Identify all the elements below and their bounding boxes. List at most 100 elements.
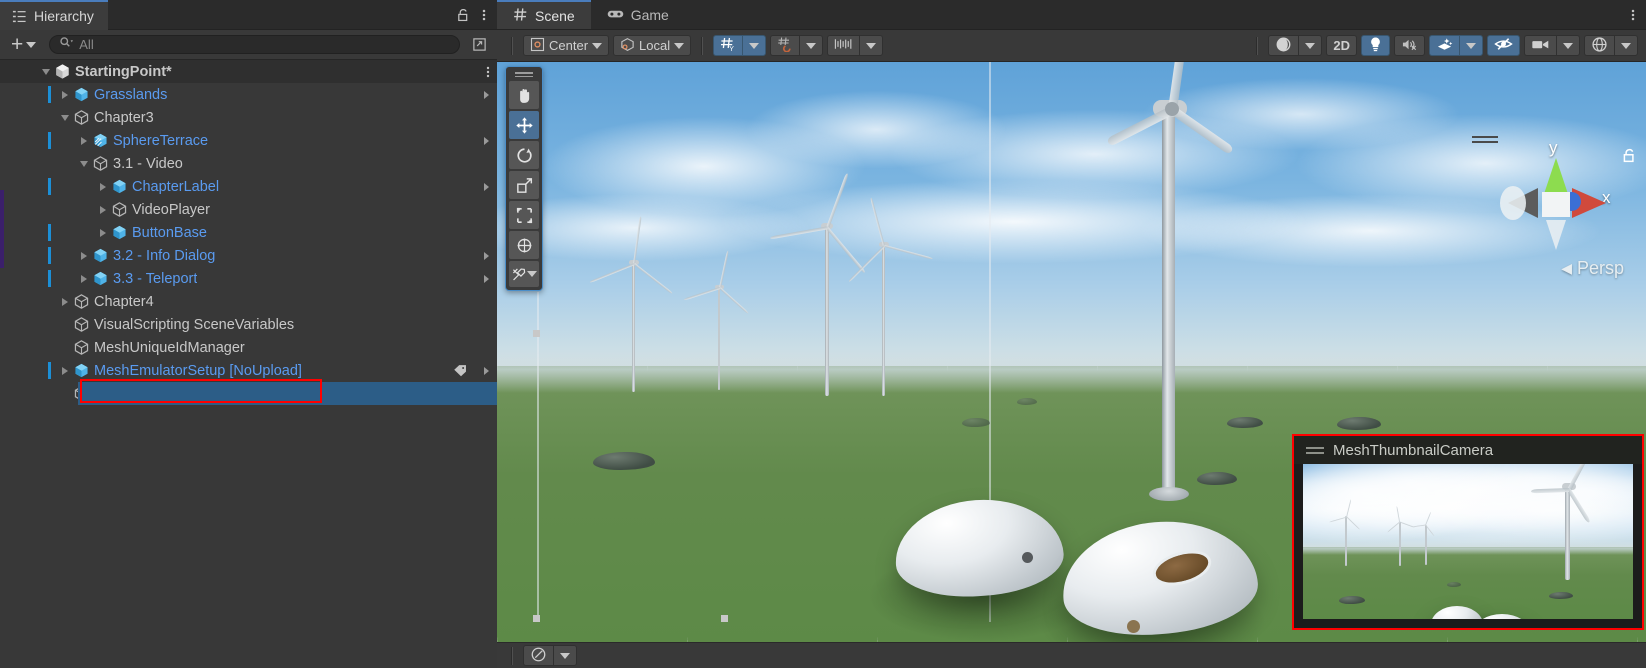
handle-space-dropdown[interactable]: Local xyxy=(613,35,692,56)
hierarchy-row[interactable]: 3.1 - Video xyxy=(0,152,497,175)
move-tool[interactable] xyxy=(509,111,539,139)
scene-orientation-gizmo[interactable]: y x xyxy=(1498,138,1628,274)
toolbar-separator xyxy=(701,36,704,55)
selection-handle[interactable] xyxy=(533,330,540,337)
grid-snap-group xyxy=(770,35,824,56)
scene-camera-dropdown[interactable] xyxy=(1556,35,1580,56)
rotate-tool[interactable] xyxy=(509,141,539,169)
hierarchy-row[interactable]: MeshUniqueIdManager xyxy=(0,336,497,359)
selection-handle[interactable] xyxy=(721,615,728,622)
hand-tool[interactable] xyxy=(509,81,539,109)
hierarchy-row[interactable]: StartingPoint* xyxy=(0,60,497,83)
hierarchy-row[interactable]: Chapter4 xyxy=(0,290,497,313)
hierarchy-tree[interactable]: StartingPoint* Grasslands Chapter3 SphereTe… xyxy=(0,60,497,668)
twisty-right[interactable] xyxy=(95,205,111,214)
twisty-right[interactable] xyxy=(57,366,73,375)
scene-fx-button[interactable] xyxy=(1429,35,1459,56)
chevron-down-icon xyxy=(592,42,603,49)
search-input[interactable] xyxy=(79,37,450,52)
scene-fx-dropdown[interactable] xyxy=(1459,35,1483,56)
toggle-2d-button[interactable]: 2D xyxy=(1326,35,1357,56)
camera-preview-panel[interactable]: MeshThumbnailCamera xyxy=(1292,434,1644,630)
projection-toggle[interactable]: ◀ Persp xyxy=(1561,258,1624,279)
scale-tool[interactable] xyxy=(509,171,539,199)
row-expand-chevron-icon[interactable] xyxy=(484,175,489,198)
grid-snap-dropdown[interactable] xyxy=(799,35,824,56)
snap-increment-button[interactable] xyxy=(827,35,860,56)
hierarchy-row[interactable]: VideoPlayer xyxy=(0,198,497,221)
twisty-right[interactable] xyxy=(95,228,111,237)
hierarchy-row[interactable]: Grasslands xyxy=(0,83,497,106)
pivot-mode-label: Center xyxy=(549,38,589,53)
gizmos-button[interactable] xyxy=(1584,35,1614,56)
hierarchy-row[interactable]: Chapter3 xyxy=(0,106,497,129)
scene-audio-button[interactable] xyxy=(1394,35,1425,56)
gizmo-drag-handle-icon[interactable] xyxy=(1472,136,1498,146)
lock-open-icon[interactable] xyxy=(456,7,471,23)
hierarchy-row[interactable]: 3.3 - Teleport xyxy=(0,267,497,290)
kebab-menu-icon[interactable] xyxy=(1630,7,1636,23)
tab-scene[interactable]: Scene xyxy=(497,0,591,29)
tab-hierarchy[interactable]: Hierarchy xyxy=(0,0,108,30)
hierarchy-row[interactable]: ButtonBase xyxy=(0,221,497,244)
scene-visibility-button[interactable] xyxy=(1487,35,1520,56)
gizmo-axis-y-cone[interactable] xyxy=(1544,158,1568,194)
draw-mode-dropdown[interactable] xyxy=(1298,35,1323,56)
selection-handle[interactable] xyxy=(533,615,540,622)
row-expand-chevron-icon[interactable] xyxy=(484,359,489,382)
hierarchy-row[interactable]: 3.2 - Info Dialog xyxy=(0,244,497,267)
search-field[interactable] xyxy=(49,35,460,54)
tab-game[interactable]: Game xyxy=(591,0,685,29)
hierarchy-row[interactable]: MeshEmulatorSetup [NoUpload] xyxy=(0,359,497,382)
scene-viewport[interactable]: y x ◀ Persp MeshThumbnailCamera xyxy=(497,62,1646,642)
drag-handle-icon[interactable] xyxy=(509,70,539,79)
kebab-menu-icon[interactable] xyxy=(485,60,491,83)
hierarchy-row[interactable]: MeshThumbnailCamera xyxy=(0,382,497,405)
scene-vis-button[interactable] xyxy=(523,645,553,666)
chevron-down-icon[interactable] xyxy=(527,271,537,277)
rect-tool[interactable] xyxy=(509,201,539,229)
hierarchy-row[interactable]: ChapterLabel xyxy=(0,175,497,198)
hierarchy-row[interactable]: VisualScripting SceneVariables xyxy=(0,313,497,336)
gizmo-center-cube[interactable] xyxy=(1542,192,1570,217)
drag-handle-icon[interactable] xyxy=(1306,446,1324,454)
grid-axis-y-button[interactable]: Y xyxy=(713,35,743,56)
twisty-down[interactable] xyxy=(76,160,92,167)
gizmos-group xyxy=(1584,35,1638,56)
scene-lighting-button[interactable] xyxy=(1361,35,1390,56)
twisty-right[interactable] xyxy=(76,136,92,145)
search-icon[interactable] xyxy=(59,36,74,54)
sort-icon[interactable] xyxy=(468,37,491,52)
scene-grid-icon xyxy=(513,7,528,25)
hierarchy-row[interactable]: SphereTerrace xyxy=(0,129,497,152)
twisty-right[interactable] xyxy=(76,251,92,260)
row-expand-chevron-icon[interactable] xyxy=(484,129,489,152)
grid-visibility-dropdown[interactable] xyxy=(742,35,767,56)
gizmo-axis-x-neg-ball[interactable] xyxy=(1500,186,1526,220)
tag-icon[interactable] xyxy=(453,359,469,382)
twisty-right[interactable] xyxy=(57,297,73,306)
twisty-right[interactable] xyxy=(57,90,73,99)
twisty-down[interactable] xyxy=(38,68,54,75)
dome-port xyxy=(1022,552,1033,563)
grid-snap-button[interactable] xyxy=(770,35,800,56)
kebab-menu-icon[interactable] xyxy=(481,7,487,23)
twisty-down[interactable] xyxy=(57,114,73,121)
gizmo-axis-y-neg-cone[interactable] xyxy=(1546,220,1566,250)
scene-vis-dropdown[interactable] xyxy=(553,645,577,666)
row-expand-chevron-icon[interactable] xyxy=(484,83,489,106)
custom-tool[interactable] xyxy=(509,261,539,287)
gizmos-dropdown[interactable] xyxy=(1614,35,1638,56)
snap-increment-dropdown[interactable] xyxy=(859,35,884,56)
create-object-button[interactable]: + xyxy=(6,34,41,55)
row-expand-chevron-icon[interactable] xyxy=(484,267,489,290)
twisty-right[interactable] xyxy=(95,182,111,191)
draw-mode-button[interactable] xyxy=(1268,35,1299,56)
gizmo-lock-open-icon[interactable] xyxy=(1621,147,1638,169)
scene-camera-button[interactable] xyxy=(1524,35,1556,56)
rock xyxy=(1197,472,1237,485)
row-expand-chevron-icon[interactable] xyxy=(484,244,489,267)
transform-tool[interactable] xyxy=(509,231,539,259)
twisty-right[interactable] xyxy=(76,274,92,283)
pivot-mode-dropdown[interactable]: Center xyxy=(523,35,610,56)
